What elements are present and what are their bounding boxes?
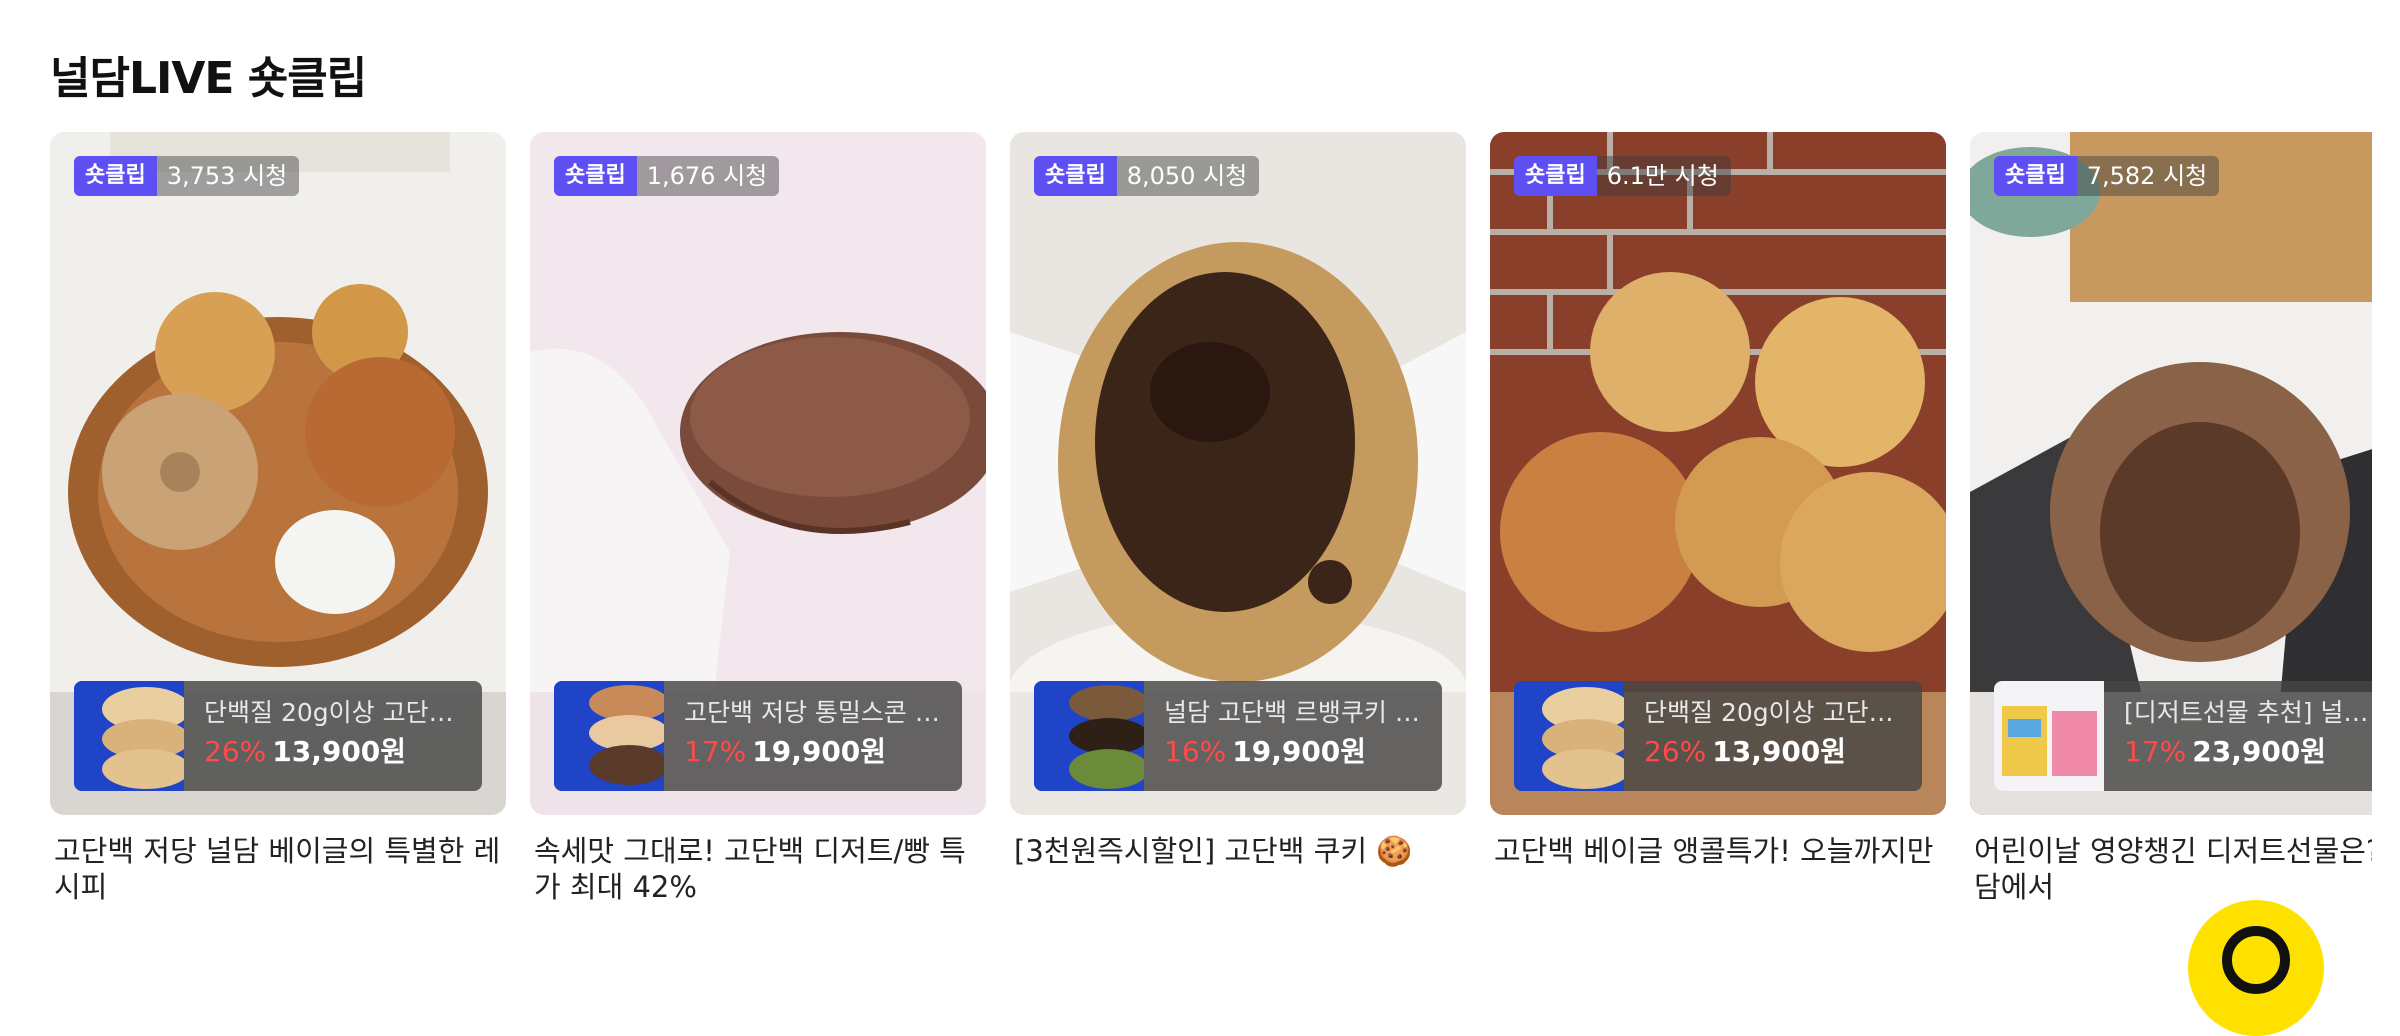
product-price: 26% 13,900원 — [1644, 735, 1908, 769]
product-price: 26% 13,900원 — [204, 735, 468, 769]
product-card[interactable]: 널담 고단백 르뱅쿠키 … 16% 19,900원 — [1034, 681, 1442, 791]
view-count: 6.1만 시청 — [1596, 156, 1731, 196]
product-thumbnail — [554, 681, 664, 791]
chat-icon — [2222, 926, 2290, 994]
price-value: 19,900원 — [752, 735, 887, 768]
card-caption[interactable]: 속세맛 그대로! 고단백 디저트/빵 특가 최대 42% — [534, 833, 984, 905]
badge-group: 숏클립 1,676 시청 — [554, 156, 780, 196]
badge-group: 숏클립 6.1만 시청 — [1514, 156, 1731, 196]
product-name: 고단백 저당 통밀스콘 … — [684, 698, 940, 727]
shorts-carousel[interactable]: 숏클립 3,753 시청 단백질 20g이상 고단… 26% 13,900원 고… — [0, 0, 2372, 942]
view-count: 3,753 시청 — [156, 156, 300, 196]
product-name: [디저트선물 추천] 널담 … — [2124, 698, 2372, 727]
shorts-badge: 숏클립 — [554, 156, 637, 196]
badge-group: 숏클립 3,753 시청 — [74, 156, 300, 196]
video-thumbnail[interactable]: 숏클립 6.1만 시청 단백질 20g이상 고단… 26% 13,900원 — [1490, 132, 1946, 815]
shorts-card[interactable]: 숏클립 1,676 시청 고단백 저당 통밀스콘 … 17% 19,900원 속… — [530, 132, 986, 905]
product-card[interactable]: 단백질 20g이상 고단… 26% 13,900원 — [1514, 681, 1922, 791]
video-thumbnail[interactable]: 숏클립 3,753 시청 단백질 20g이상 고단… 26% 13,900원 — [50, 132, 506, 815]
product-card[interactable]: 단백질 20g이상 고단… 26% 13,900원 — [74, 681, 482, 791]
product-name: 단백질 20g이상 고단… — [204, 698, 454, 727]
video-thumbnail[interactable]: 숏클립 8,050 시청 널담 고단백 르뱅쿠키 … 16% 19,900원 — [1010, 132, 1466, 815]
price-value: 23,900원 — [2192, 735, 2327, 768]
product-price: 16% 19,900원 — [1164, 735, 1428, 769]
view-count: 7,582 시청 — [2076, 156, 2220, 196]
shorts-badge: 숏클립 — [1034, 156, 1117, 196]
badge-group: 숏클립 8,050 시청 — [1034, 156, 1260, 196]
card-caption[interactable]: 어린이날 영양챙긴 디저트선물은? 널담에서 — [1974, 833, 2372, 905]
shorts-card[interactable]: 숏클립 3,753 시청 단백질 20g이상 고단… 26% 13,900원 고… — [50, 132, 506, 905]
product-thumbnail — [1514, 681, 1624, 791]
shorts-badge: 숏클립 — [1514, 156, 1597, 196]
shorts-badge: 숏클립 — [74, 156, 157, 196]
badge-group: 숏클립 7,582 시청 — [1994, 156, 2220, 196]
product-card[interactable]: 고단백 저당 통밀스콘 … 17% 19,900원 — [554, 681, 962, 791]
discount-rate: 26% — [204, 735, 267, 768]
card-caption[interactable]: [3천원즉시할인] 고단백 쿠키 🍪 — [1014, 833, 1464, 869]
discount-rate: 17% — [2124, 735, 2187, 768]
product-name: 단백질 20g이상 고단… — [1644, 698, 1894, 727]
discount-rate: 16% — [1164, 735, 1227, 768]
product-thumbnail — [1994, 681, 2104, 791]
price-value: 13,900원 — [1712, 735, 1847, 768]
card-caption[interactable]: 고단백 베이글 앵콜특가! 오늘까지만 — [1494, 833, 1944, 869]
product-thumbnail — [1034, 681, 1144, 791]
shorts-card[interactable]: 숏클립 7,582 시청 [디저트선물 추천] 널담 … 17%23,900원 — [1970, 132, 2372, 905]
product-price: 17% 19,900원 — [684, 735, 948, 769]
floating-chat-button[interactable] — [2188, 900, 2324, 1036]
card-caption[interactable]: 고단백 저당 널담 베이글의 특별한 레시피 — [54, 833, 504, 905]
view-count: 1,676 시청 — [636, 156, 780, 196]
view-count: 8,050 시청 — [1116, 156, 1260, 196]
video-thumbnail[interactable]: 숏클립 7,582 시청 [디저트선물 추천] 널담 … 17% 23,900원 — [1970, 132, 2372, 815]
shorts-card[interactable]: 숏클립 6.1만 시청 단백질 20g이상 고단… 26% 13,900원 고단… — [1490, 132, 1946, 869]
discount-rate: 26% — [1644, 735, 1707, 768]
product-name: 널담 고단백 르뱅쿠키 … — [1164, 698, 1420, 727]
shorts-card[interactable]: 숏클립 8,050 시청 널담 고단백 르뱅쿠키 … 16% 19,900원 [… — [1010, 132, 1466, 869]
product-price: 17% 23,900원 — [2124, 735, 2372, 769]
discount-rate: 17% — [684, 735, 747, 768]
video-thumbnail[interactable]: 숏클립 1,676 시청 고단백 저당 통밀스콘 … 17% 19,900원 — [530, 132, 986, 815]
product-thumbnail — [74, 681, 184, 791]
price-value: 13,900원 — [272, 735, 407, 768]
product-card[interactable]: [디저트선물 추천] 널담 … 17% 23,900원 — [1994, 681, 2372, 791]
price-value: 19,900원 — [1232, 735, 1367, 768]
shorts-badge: 숏클립 — [1994, 156, 2077, 196]
